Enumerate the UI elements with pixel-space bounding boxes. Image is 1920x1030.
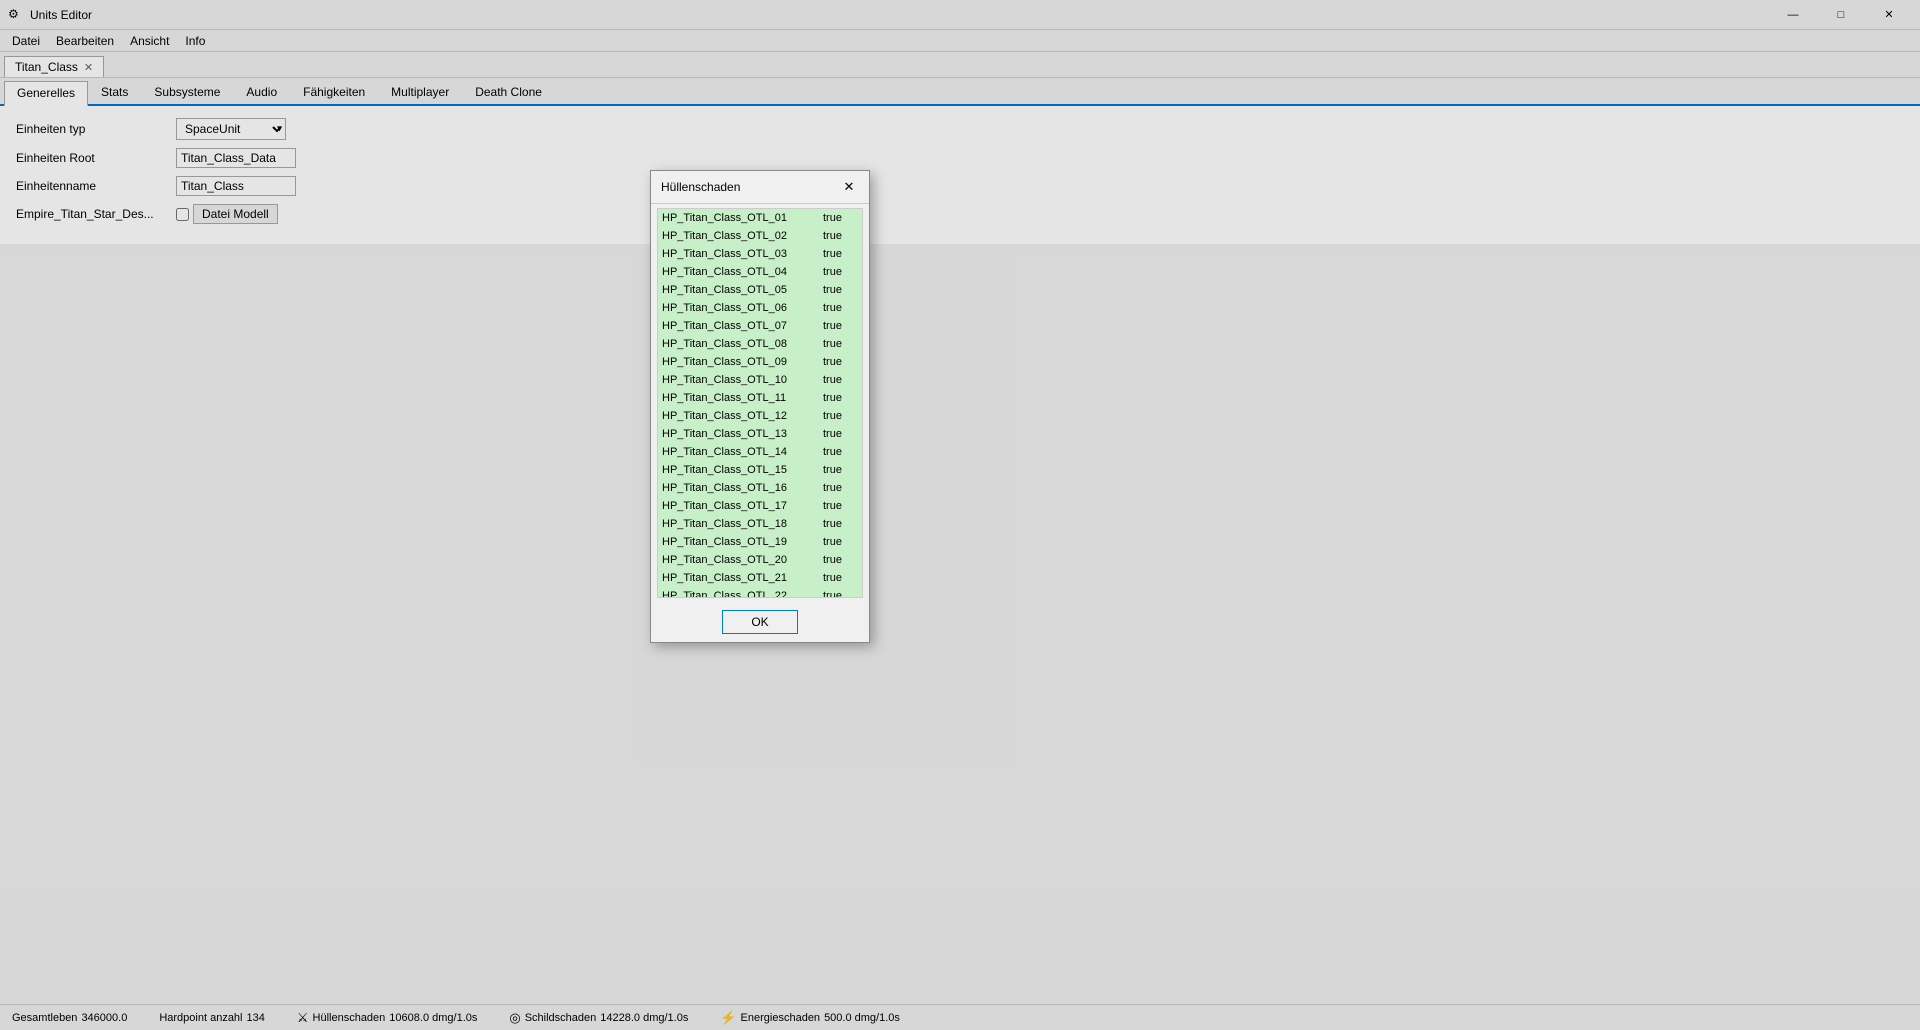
list-item-value: true — [823, 518, 858, 530]
list-item-value: true — [823, 500, 858, 512]
list-item-value: true — [823, 266, 858, 278]
list-item-name: HP_Titan_Class_OTL_22 — [662, 590, 823, 598]
list-item[interactable]: HP_Titan_Class_OTL_09true — [658, 353, 862, 371]
list-item[interactable]: HP_Titan_Class_OTL_20true — [658, 551, 862, 569]
list-item[interactable]: HP_Titan_Class_OTL_01true — [658, 209, 862, 227]
list-item-value: true — [823, 374, 858, 386]
list-item-value: true — [823, 212, 858, 224]
list-item-value: true — [823, 248, 858, 260]
list-item[interactable]: HP_Titan_Class_OTL_02true — [658, 227, 862, 245]
dialog-close-button[interactable]: ✕ — [839, 177, 859, 197]
list-item-name: HP_Titan_Class_OTL_17 — [662, 500, 823, 512]
list-item-name: HP_Titan_Class_OTL_10 — [662, 374, 823, 386]
dialog-ok-button[interactable]: OK — [722, 610, 797, 634]
list-item-name: HP_Titan_Class_OTL_21 — [662, 572, 823, 584]
huellenschaden-dialog: Hüllenschaden ✕ HP_Titan_Class_OTL_01tru… — [650, 170, 870, 643]
list-item[interactable]: HP_Titan_Class_OTL_16true — [658, 479, 862, 497]
list-item[interactable]: HP_Titan_Class_OTL_11true — [658, 389, 862, 407]
list-item-value: true — [823, 428, 858, 440]
list-item-name: HP_Titan_Class_OTL_20 — [662, 554, 823, 566]
list-item[interactable]: HP_Titan_Class_OTL_06true — [658, 299, 862, 317]
list-item-value: true — [823, 392, 858, 404]
list-item-value: true — [823, 536, 858, 548]
list-item-value: true — [823, 590, 858, 598]
list-item[interactable]: HP_Titan_Class_OTL_22true — [658, 587, 862, 598]
list-item-name: HP_Titan_Class_OTL_04 — [662, 266, 823, 278]
list-item-name: HP_Titan_Class_OTL_05 — [662, 284, 823, 296]
list-item[interactable]: HP_Titan_Class_OTL_12true — [658, 407, 862, 425]
list-item[interactable]: HP_Titan_Class_OTL_08true — [658, 335, 862, 353]
list-item-name: HP_Titan_Class_OTL_09 — [662, 356, 823, 368]
list-item-name: HP_Titan_Class_OTL_08 — [662, 338, 823, 350]
list-item-value: true — [823, 356, 858, 368]
list-item-value: true — [823, 338, 858, 350]
list-item-name: HP_Titan_Class_OTL_06 — [662, 302, 823, 314]
list-item-name: HP_Titan_Class_OTL_14 — [662, 446, 823, 458]
list-item[interactable]: HP_Titan_Class_OTL_05true — [658, 281, 862, 299]
list-item-value: true — [823, 302, 858, 314]
list-item-name: HP_Titan_Class_OTL_03 — [662, 248, 823, 260]
list-item-value: true — [823, 410, 858, 422]
list-item[interactable]: HP_Titan_Class_OTL_21true — [658, 569, 862, 587]
dialog-overlay: Hüllenschaden ✕ HP_Titan_Class_OTL_01tru… — [0, 0, 1920, 1030]
list-item[interactable]: HP_Titan_Class_OTL_15true — [658, 461, 862, 479]
list-item-value: true — [823, 482, 858, 494]
dialog-title: Hüllenschaden — [661, 180, 740, 194]
list-item[interactable]: HP_Titan_Class_OTL_03true — [658, 245, 862, 263]
list-item[interactable]: HP_Titan_Class_OTL_17true — [658, 497, 862, 515]
list-item-name: HP_Titan_Class_OTL_16 — [662, 482, 823, 494]
list-item-value: true — [823, 572, 858, 584]
list-item-value: true — [823, 320, 858, 332]
list-item-name: HP_Titan_Class_OTL_01 — [662, 212, 823, 224]
list-item-value: true — [823, 554, 858, 566]
list-item-name: HP_Titan_Class_OTL_02 — [662, 230, 823, 242]
dialog-footer: OK — [651, 602, 869, 642]
list-item[interactable]: HP_Titan_Class_OTL_13true — [658, 425, 862, 443]
list-item-name: HP_Titan_Class_OTL_13 — [662, 428, 823, 440]
list-item[interactable]: HP_Titan_Class_OTL_07true — [658, 317, 862, 335]
list-item[interactable]: HP_Titan_Class_OTL_18true — [658, 515, 862, 533]
list-item-name: HP_Titan_Class_OTL_19 — [662, 536, 823, 548]
list-item-value: true — [823, 230, 858, 242]
list-item[interactable]: HP_Titan_Class_OTL_04true — [658, 263, 862, 281]
list-item-name: HP_Titan_Class_OTL_07 — [662, 320, 823, 332]
list-item[interactable]: HP_Titan_Class_OTL_19true — [658, 533, 862, 551]
dialog-titlebar: Hüllenschaden ✕ — [651, 171, 869, 204]
list-item-value: true — [823, 464, 858, 476]
list-item-name: HP_Titan_Class_OTL_18 — [662, 518, 823, 530]
list-item-name: HP_Titan_Class_OTL_15 — [662, 464, 823, 476]
list-item-value: true — [823, 446, 858, 458]
list-item-value: true — [823, 284, 858, 296]
list-item[interactable]: HP_Titan_Class_OTL_14true — [658, 443, 862, 461]
list-item-name: HP_Titan_Class_OTL_12 — [662, 410, 823, 422]
list-item[interactable]: HP_Titan_Class_OTL_10true — [658, 371, 862, 389]
dialog-list[interactable]: HP_Titan_Class_OTL_01trueHP_Titan_Class_… — [657, 208, 863, 598]
list-item-name: HP_Titan_Class_OTL_11 — [662, 392, 823, 404]
